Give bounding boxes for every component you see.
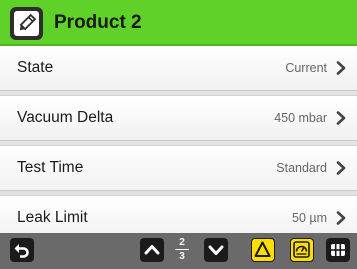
bottom-toolbar: 2 3 [0, 233, 357, 269]
setting-label: Vacuum Delta [17, 109, 114, 126]
setting-row-state[interactable]: State Current [0, 46, 357, 91]
chevron-right-icon [336, 61, 346, 75]
page-indicator: 2 3 [175, 237, 189, 262]
setting-value: Standard [276, 161, 327, 175]
chevron-up-icon [144, 245, 160, 255]
product-settings-screen: Product 2 State Current Vacuum Delta 450… [0, 0, 357, 269]
back-button[interactable] [10, 238, 34, 262]
grid-menu-icon [331, 244, 345, 256]
setting-label: State [17, 59, 54, 76]
menu-button[interactable] [326, 238, 350, 262]
page-total: 3 [179, 251, 185, 262]
header-bar: Product 2 [0, 0, 357, 46]
setting-row-test-time[interactable]: Test Time Standard [0, 146, 357, 191]
setting-label: Test Time [17, 159, 84, 176]
chevron-right-icon [336, 211, 346, 225]
page-title: Product 2 [54, 12, 142, 33]
setting-row-vacuum-delta[interactable]: Vacuum Delta 450 mbar [0, 96, 357, 141]
page-current: 2 [179, 237, 185, 248]
chevron-down-icon [208, 245, 224, 255]
warning-button[interactable] [251, 238, 275, 262]
back-arrow-icon [14, 244, 29, 258]
setting-value: 50 µm [292, 211, 327, 225]
chevron-right-icon [336, 111, 346, 125]
page-up-button[interactable] [140, 238, 164, 262]
setting-value: Current [285, 61, 327, 75]
page-down-button[interactable] [204, 238, 228, 262]
chevron-right-icon [336, 161, 346, 175]
warning-triangle-icon [254, 241, 271, 257]
setting-value: 450 mbar [274, 111, 327, 125]
gauge-icon [293, 241, 310, 258]
gauge-button[interactable] [290, 238, 314, 262]
settings-list: State Current Vacuum Delta 450 mbar Test… [0, 46, 357, 241]
pencil-icon [19, 13, 37, 31]
edit-button[interactable] [10, 7, 43, 40]
setting-label: Leak Limit [17, 209, 88, 226]
